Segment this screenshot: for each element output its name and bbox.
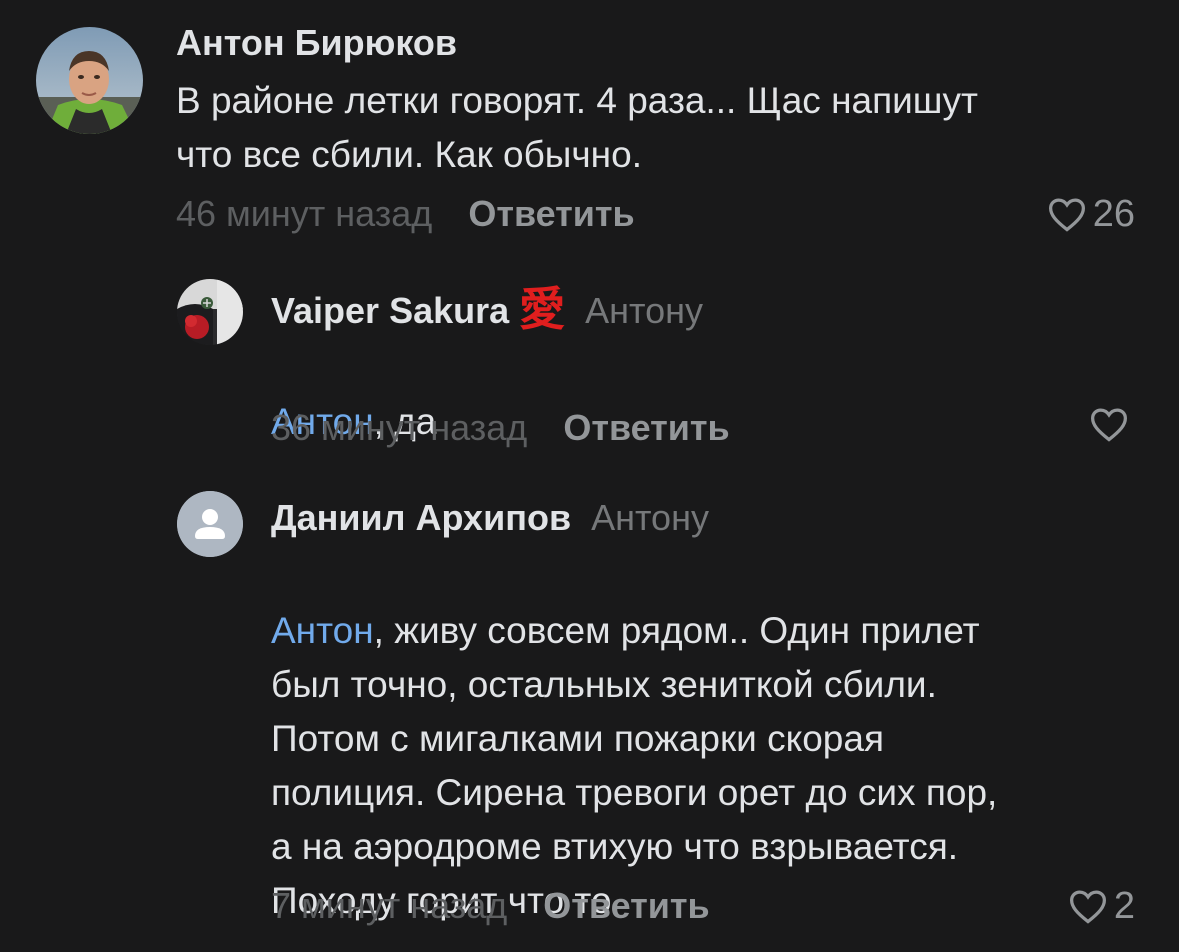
like-button[interactable]: 26 [1047,192,1135,236]
heart-icon [1090,408,1128,442]
comment-meta: 46 минут назад Ответить [176,192,635,236]
like-button[interactable]: 2 [1068,884,1135,928]
avatar[interactable] [177,279,243,345]
comment-text-content: , живу совсем рядом.. Один прилет был то… [271,610,998,921]
heart-icon [1069,890,1106,924]
like-count: 2 [1113,885,1135,927]
comment-time: 7 минут назад [271,885,508,926]
comment-text: Антон, живу совсем рядом.. Один прилет б… [271,550,1161,928]
mention-link[interactable]: Антон [271,610,374,651]
default-user-icon [177,491,243,557]
reply-button[interactable]: Ответить [563,407,729,448]
comment-meta: 36 минут назад Ответить [271,406,730,450]
comment-text: В районе летки говорят. 4 раза... Щас на… [176,80,978,175]
avatar[interactable] [177,491,243,557]
comment-author: Vaiper Sakura 愛 Антону [271,285,703,333]
comment-time: 36 минут назад [271,407,528,448]
comment-author[interactable]: Антон Бирюков [176,21,457,65]
reply-button[interactable]: Ответить [543,885,709,926]
avatar[interactable] [36,27,143,134]
author-badge: 愛 [519,282,566,336]
user-photo-icon [36,27,143,134]
comment-meta: 7 минут назад Ответить [271,884,710,928]
like-count: 26 [1092,193,1135,235]
user-photo-icon [177,279,243,345]
heart-icon [1048,198,1085,232]
comment-author: Даниил Архипов Антону [271,496,709,540]
like-button[interactable] [1089,406,1135,442]
reply-button[interactable]: Ответить [468,193,634,234]
reply-to-label[interactable]: Антону [591,497,709,538]
comment-time: 46 минут назад [176,193,433,234]
author-name[interactable]: Даниил Архипов [271,497,571,538]
reply-to-label[interactable]: Антону [585,290,703,331]
author-name[interactable]: Vaiper Sakura [271,290,509,331]
